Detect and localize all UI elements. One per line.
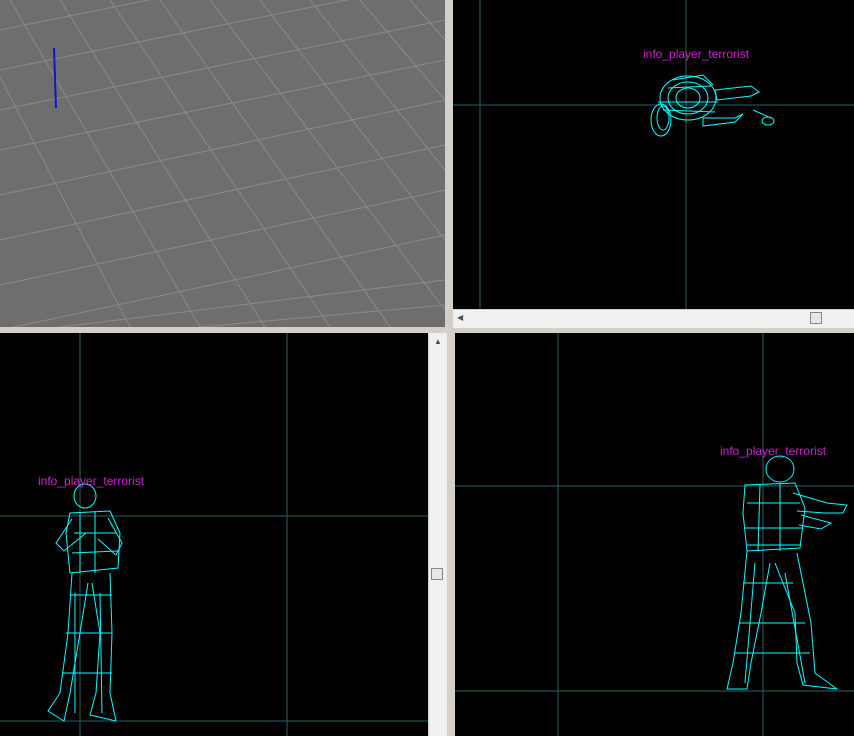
entity-label-top: info_player_terrorist [643, 47, 750, 61]
horizontal-scroll-thumb[interactable] [810, 312, 822, 324]
perspective-grid [0, 0, 445, 327]
entity-label-front: info_player_terrorist [38, 474, 145, 488]
scroll-up-icon[interactable]: ▲ [434, 338, 442, 346]
camera-3d-viewport[interactable] [0, 0, 445, 327]
player-model-wireframe-side [726, 455, 848, 690]
front-view-vertical-scrollbar[interactable]: ▲ [428, 333, 447, 736]
side-view-viewport[interactable]: info_player_terrorist [455, 333, 854, 736]
front-view-grid [0, 333, 428, 736]
side-view-grid [455, 333, 854, 736]
player-model-wireframe-front [47, 483, 123, 722]
top-view-viewport[interactable]: info_player_terrorist [453, 0, 854, 309]
front-view-viewport[interactable]: info_player_terrorist [0, 333, 428, 736]
vertical-scroll-thumb[interactable] [431, 568, 443, 580]
entity-label-side: info_player_terrorist [720, 444, 827, 458]
top-view-horizontal-scrollbar[interactable]: ◀ [453, 309, 854, 328]
scroll-left-icon[interactable]: ◀ [457, 314, 463, 322]
